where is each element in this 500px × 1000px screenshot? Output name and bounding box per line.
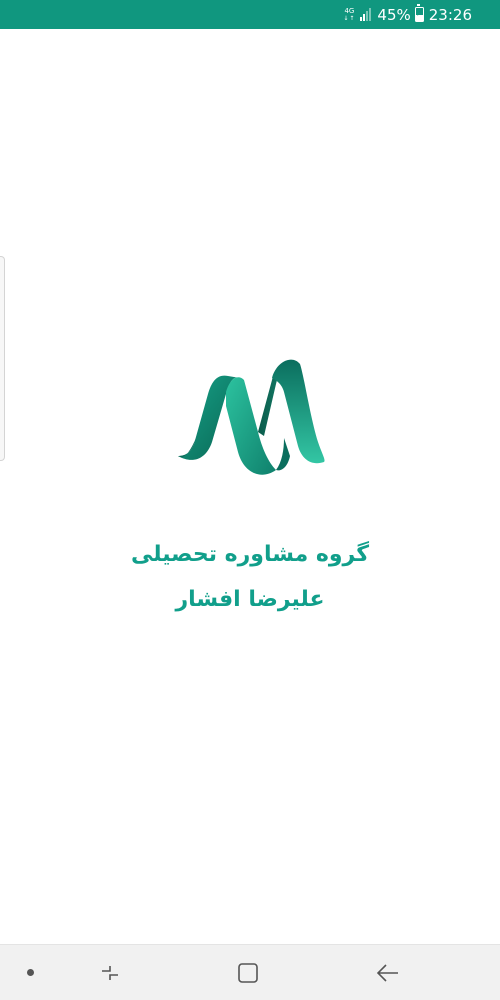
app-title-line-1: گروه مشاوره تحصیلی bbox=[130, 542, 370, 567]
home-icon[interactable] bbox=[234, 959, 262, 987]
app-logo-icon bbox=[178, 359, 325, 475]
recents-icon[interactable] bbox=[96, 959, 124, 987]
battery-icon: ⚡ bbox=[414, 4, 424, 22]
network-indicator: 4G ↓↑ bbox=[343, 6, 356, 22]
battery-percent: 45% bbox=[377, 5, 411, 24]
navigation-bar bbox=[0, 944, 500, 1000]
clock: 23:26 bbox=[428, 5, 472, 24]
nav-hide-dot-icon[interactable] bbox=[27, 969, 34, 976]
signal-icon bbox=[359, 8, 372, 21]
network-type-label: 4G bbox=[344, 6, 355, 15]
splash-screen: 4G ↓↑ 45% ⚡ 23:26 گروه مشاوره تحصیلی علی… bbox=[0, 0, 500, 1000]
back-icon[interactable] bbox=[374, 959, 402, 987]
app-title-line-2: علیرضا افشار bbox=[175, 587, 325, 612]
charging-icon: ⚡ bbox=[416, 9, 423, 19]
edge-panel-handle[interactable] bbox=[0, 256, 5, 461]
status-bar: 4G ↓↑ 45% ⚡ 23:26 bbox=[0, 0, 500, 29]
data-arrows-icon: ↓↑ bbox=[343, 14, 356, 22]
